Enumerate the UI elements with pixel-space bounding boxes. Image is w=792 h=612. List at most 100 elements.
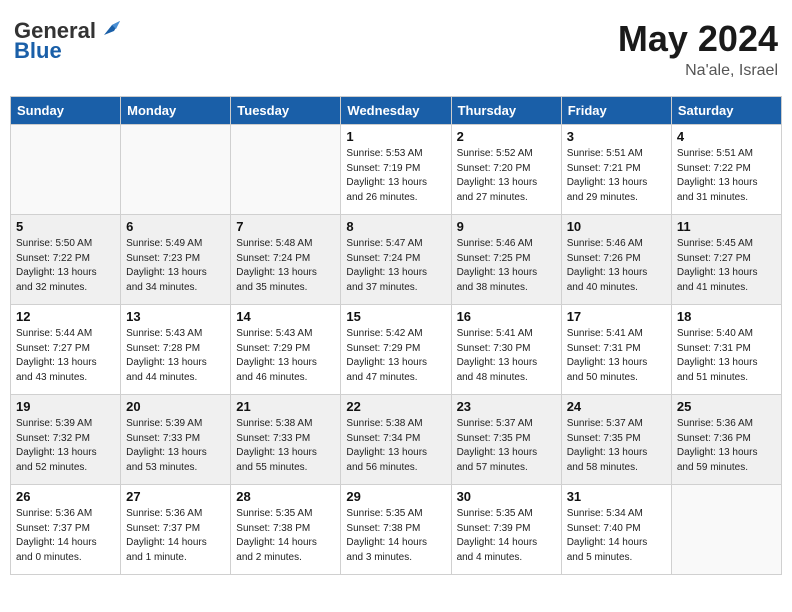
day-number: 28 — [236, 489, 335, 504]
day-info: Sunrise: 5:38 AMSunset: 7:33 PMDaylight:… — [236, 417, 335, 475]
day-number: 26 — [16, 489, 115, 504]
logo-text-area: General Blue — [14, 18, 120, 64]
day-number: 18 — [677, 309, 776, 324]
day-number: 25 — [677, 399, 776, 414]
calendar-day-cell: 6 Sunrise: 5:49 AMSunset: 7:23 PMDaylight… — [121, 215, 231, 305]
calendar-day-cell: 29Sunrise: 5:35 AMSunset: 7:38 PMDayligh… — [341, 485, 451, 575]
day-number: 1 — [346, 129, 445, 144]
day-info: Sunrise: 5:39 AMSunset: 7:33 PMDaylight:… — [126, 417, 225, 475]
calendar-day-cell: 13 Sunrise: 5:43 AMSunset: 7:28 PMDayligh… — [121, 305, 231, 395]
calendar-day-cell: 3 Sunrise: 5:51 AMSunset: 7:21 PMDaylight… — [561, 125, 671, 215]
calendar-table: SundayMondayTuesdayWednesdayThursdayFrid… — [10, 96, 782, 575]
day-info: Sunrise: 5:43 AMSunset: 7:28 PMDaylight:… — [126, 327, 225, 385]
calendar-day-cell: 23 Sunrise: 5:37 AMSunset: 7:35 PMDayligh… — [451, 395, 561, 485]
calendar-day-header: Tuesday — [231, 97, 341, 125]
calendar-day-cell: 2Sunrise: 5:52 AMSunset: 7:20 PMDaylight… — [451, 125, 561, 215]
day-info: Sunrise: 5:34 AMSunset: 7:40 PMDaylight:… — [567, 507, 666, 565]
calendar-day-cell: 26 Sunrise: 5:36 AMSunset: 7:37 PMDayligh… — [11, 485, 121, 575]
day-number: 4 — [677, 129, 776, 144]
title-area: May 2024 Na'ale, Israel — [618, 18, 778, 80]
day-number: 22 — [346, 399, 445, 414]
day-info: Sunrise: 5:36 AMSunset: 7:37 PMDaylight:… — [126, 507, 225, 565]
day-number: 6 — [126, 219, 225, 234]
day-info: Sunrise: 5:48 AMSunset: 7:24 PMDaylight:… — [236, 237, 335, 295]
day-info: Sunrise: 5:35 AMSunset: 7:38 PMDaylight:… — [236, 507, 335, 565]
calendar-day-header: Friday — [561, 97, 671, 125]
day-number: 11 — [677, 219, 776, 234]
day-number: 14 — [236, 309, 335, 324]
day-number: 23 — [457, 399, 556, 414]
day-info: Sunrise: 5:45 AMSunset: 7:27 PMDaylight:… — [677, 237, 776, 295]
logo-bird-icon — [98, 17, 120, 39]
day-number: 30 — [457, 489, 556, 504]
day-info: Sunrise: 5:44 AMSunset: 7:27 PMDaylight:… — [16, 327, 115, 385]
calendar-day-cell: 7 Sunrise: 5:48 AMSunset: 7:24 PMDaylight… — [231, 215, 341, 305]
calendar-day-cell: 5Sunrise: 5:50 AMSunset: 7:22 PMDaylight… — [11, 215, 121, 305]
day-number: 3 — [567, 129, 666, 144]
day-info: Sunrise: 5:49 AMSunset: 7:23 PMDaylight:… — [126, 237, 225, 295]
calendar-day-cell: 1 Sunrise: 5:53 AMSunset: 7:19 PMDaylight… — [341, 125, 451, 215]
calendar-day-cell: 27 Sunrise: 5:36 AMSunset: 7:37 PMDayligh… — [121, 485, 231, 575]
calendar-day-cell: 21 Sunrise: 5:38 AMSunset: 7:33 PMDayligh… — [231, 395, 341, 485]
calendar-header-row: SundayMondayTuesdayWednesdayThursdayFrid… — [11, 97, 782, 125]
day-info: Sunrise: 5:53 AMSunset: 7:19 PMDaylight:… — [346, 147, 445, 205]
day-info: Sunrise: 5:46 AMSunset: 7:25 PMDaylight:… — [457, 237, 556, 295]
day-number: 9 — [457, 219, 556, 234]
day-number: 5 — [16, 219, 115, 234]
day-number: 13 — [126, 309, 225, 324]
location-label: Na'ale, Israel — [618, 62, 778, 80]
day-info: Sunrise: 5:46 AMSunset: 7:26 PMDaylight:… — [567, 237, 666, 295]
calendar-day-cell: 12 Sunrise: 5:44 AMSunset: 7:27 PMDayligh… — [11, 305, 121, 395]
calendar-day-cell — [231, 125, 341, 215]
day-number: 21 — [236, 399, 335, 414]
calendar-day-cell: 19 Sunrise: 5:39 AMSunset: 7:32 PMDayligh… — [11, 395, 121, 485]
calendar-day-cell: 10Sunrise: 5:46 AMSunset: 7:26 PMDayligh… — [561, 215, 671, 305]
logo-blue: Blue — [14, 38, 62, 64]
calendar-day-cell: 25 Sunrise: 5:36 AMSunset: 7:36 PMDayligh… — [671, 395, 781, 485]
calendar-day-cell: 9 Sunrise: 5:46 AMSunset: 7:25 PMDaylight… — [451, 215, 561, 305]
calendar-day-cell: 28 Sunrise: 5:35 AMSunset: 7:38 PMDayligh… — [231, 485, 341, 575]
day-number: 8 — [346, 219, 445, 234]
calendar-day-cell: 22 Sunrise: 5:38 AMSunset: 7:34 PMDayligh… — [341, 395, 451, 485]
day-number: 12 — [16, 309, 115, 324]
calendar-day-header: Saturday — [671, 97, 781, 125]
day-info: Sunrise: 5:51 AMSunset: 7:22 PMDaylight:… — [677, 147, 776, 205]
day-info: Sunrise: 5:42 AMSunset: 7:29 PMDaylight:… — [346, 327, 445, 385]
calendar-day-header: Wednesday — [341, 97, 451, 125]
day-info: Sunrise: 5:36 AMSunset: 7:36 PMDaylight:… — [677, 417, 776, 475]
calendar-week-row: 12 Sunrise: 5:44 AMSunset: 7:27 PMDayligh… — [11, 305, 782, 395]
day-info: Sunrise: 5:37 AMSunset: 7:35 PMDaylight:… — [567, 417, 666, 475]
calendar-day-cell: 20 Sunrise: 5:39 AMSunset: 7:33 PMDayligh… — [121, 395, 231, 485]
day-number: 24 — [567, 399, 666, 414]
day-info: Sunrise: 5:43 AMSunset: 7:29 PMDaylight:… — [236, 327, 335, 385]
day-info: Sunrise: 5:38 AMSunset: 7:34 PMDaylight:… — [346, 417, 445, 475]
day-number: 29 — [346, 489, 445, 504]
day-info: Sunrise: 5:41 AMSunset: 7:30 PMDaylight:… — [457, 327, 556, 385]
calendar-day-header: Thursday — [451, 97, 561, 125]
calendar-day-cell: 14 Sunrise: 5:43 AMSunset: 7:29 PMDayligh… — [231, 305, 341, 395]
day-number: 7 — [236, 219, 335, 234]
logo: General Blue — [14, 18, 120, 64]
day-info: Sunrise: 5:35 AMSunset: 7:39 PMDaylight:… — [457, 507, 556, 565]
day-info: Sunrise: 5:47 AMSunset: 7:24 PMDaylight:… — [346, 237, 445, 295]
day-info: Sunrise: 5:40 AMSunset: 7:31 PMDaylight:… — [677, 327, 776, 385]
calendar-day-cell: 8 Sunrise: 5:47 AMSunset: 7:24 PMDaylight… — [341, 215, 451, 305]
day-number: 19 — [16, 399, 115, 414]
day-info: Sunrise: 5:39 AMSunset: 7:32 PMDaylight:… — [16, 417, 115, 475]
day-info: Sunrise: 5:37 AMSunset: 7:35 PMDaylight:… — [457, 417, 556, 475]
day-info: Sunrise: 5:41 AMSunset: 7:31 PMDaylight:… — [567, 327, 666, 385]
calendar-day-cell: 16Sunrise: 5:41 AMSunset: 7:30 PMDayligh… — [451, 305, 561, 395]
day-info: Sunrise: 5:36 AMSunset: 7:37 PMDaylight:… — [16, 507, 115, 565]
day-number: 20 — [126, 399, 225, 414]
month-title: May 2024 — [618, 18, 778, 60]
calendar-day-cell: 31Sunrise: 5:34 AMSunset: 7:40 PMDayligh… — [561, 485, 671, 575]
day-number: 2 — [457, 129, 556, 144]
day-info: Sunrise: 5:51 AMSunset: 7:21 PMDaylight:… — [567, 147, 666, 205]
calendar-day-cell: 24 Sunrise: 5:37 AMSunset: 7:35 PMDayligh… — [561, 395, 671, 485]
calendar-day-cell — [671, 485, 781, 575]
calendar-week-row: 5Sunrise: 5:50 AMSunset: 7:22 PMDaylight… — [11, 215, 782, 305]
calendar-day-cell: 18 Sunrise: 5:40 AMSunset: 7:31 PMDayligh… — [671, 305, 781, 395]
calendar-week-row: 1 Sunrise: 5:53 AMSunset: 7:19 PMDaylight… — [11, 125, 782, 215]
day-number: 27 — [126, 489, 225, 504]
calendar-day-header: Sunday — [11, 97, 121, 125]
